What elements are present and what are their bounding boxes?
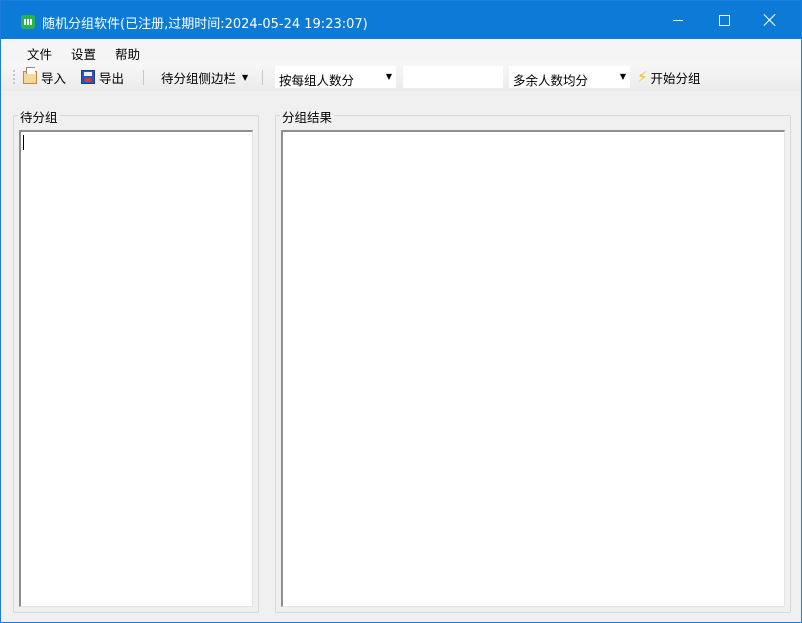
- app-icon: [21, 15, 35, 29]
- minimize-button[interactable]: [655, 1, 701, 39]
- close-icon: [764, 14, 776, 26]
- export-label: 导出: [99, 70, 125, 86]
- menu-settings[interactable]: 设置: [71, 44, 96, 63]
- import-button[interactable]: 导入: [23, 66, 67, 87]
- remainder-mode-select[interactable]: 多余人数均分 ▼: [509, 66, 630, 88]
- start-grouping-label: 开始分组: [650, 70, 701, 86]
- toolbar-grip-handle[interactable]: [13, 69, 15, 85]
- pending-group-panel: 待分组: [13, 107, 259, 613]
- remainder-mode-value: 多余人数均分: [513, 73, 589, 88]
- grouping-mode-value: 按每组人数分: [279, 73, 355, 88]
- import-label: 导入: [41, 70, 67, 86]
- close-button[interactable]: [747, 1, 793, 39]
- group-size-input[interactable]: [403, 66, 503, 88]
- import-folder-icon: [23, 66, 37, 84]
- toolbar-separator: [262, 70, 263, 85]
- menu-file[interactable]: 文件: [27, 44, 52, 63]
- menu-bar: 文件 设置 帮助: [1, 39, 801, 63]
- minimize-icon: [673, 19, 683, 21]
- result-textarea[interactable]: [281, 130, 785, 607]
- text-caret: [23, 135, 24, 150]
- save-disk-icon: [81, 70, 95, 84]
- result-group-label: 分组结果: [280, 107, 335, 126]
- pending-group-label: 待分组: [18, 107, 60, 126]
- maximize-button[interactable]: [701, 1, 747, 39]
- app-window: 随机分组软件(已注册,过期时间:2024-05-24 19:23:07) 文件 …: [0, 0, 802, 623]
- maximize-icon: [718, 14, 730, 26]
- chevron-down-icon: ▼: [385, 72, 392, 81]
- title-bar[interactable]: 随机分组软件(已注册,过期时间:2024-05-24 19:23:07): [1, 1, 801, 39]
- pending-list-textarea[interactable]: [19, 130, 253, 607]
- sidebar-dropdown-label: 待分组侧边栏: [161, 70, 237, 86]
- result-group-panel: 分组结果: [275, 107, 791, 613]
- start-grouping-button[interactable]: ⚡ 开始分组: [637, 67, 701, 87]
- window-title: 随机分组软件(已注册,过期时间:2024-05-24 19:23:07): [42, 17, 368, 32]
- export-button[interactable]: 导出: [81, 67, 124, 87]
- toolbar-separator: [143, 70, 144, 85]
- sidebar-dropdown-button[interactable]: 待分组侧边栏 ▼: [161, 67, 248, 87]
- menu-help[interactable]: 帮助: [115, 44, 140, 63]
- toolbar: 导入 导出 待分组侧边栏 ▼ 按每组人数分 ▼ 多余人数均分 ▼ ⚡ 开始分组: [1, 63, 801, 91]
- chevron-down-icon: ▼: [619, 72, 626, 81]
- grouping-mode-select[interactable]: 按每组人数分 ▼: [275, 66, 396, 88]
- chevron-down-icon: ▼: [242, 72, 249, 82]
- lightning-icon: ⚡: [637, 67, 648, 86]
